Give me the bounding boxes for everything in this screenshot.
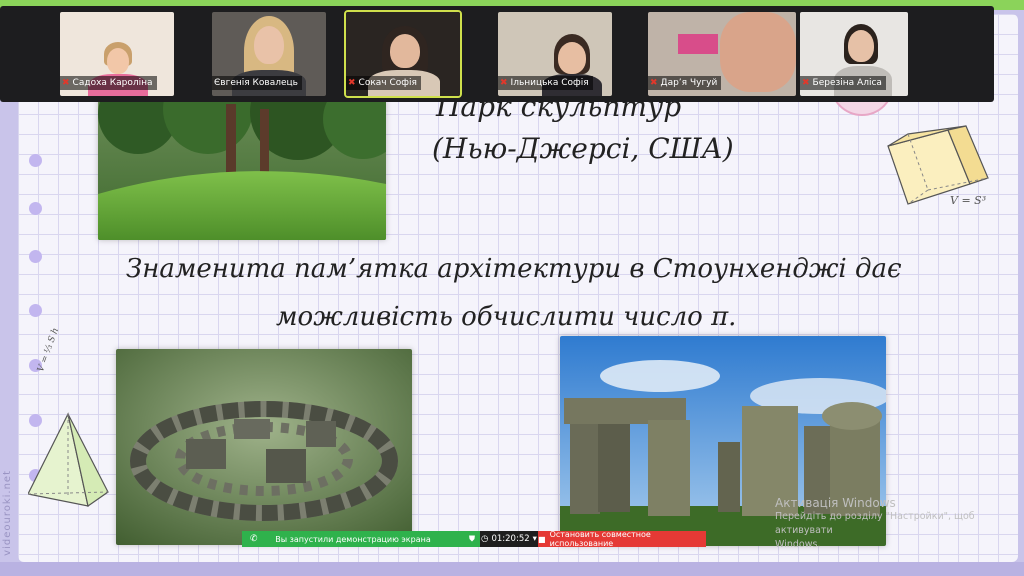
participant-name-label: ✖ Сокач Софія bbox=[346, 76, 421, 90]
slide-title-line2: (Нью-Джерсі, США) bbox=[432, 132, 734, 165]
cube-illustration bbox=[887, 125, 989, 205]
statement-line2: можливість обчислити число π. bbox=[276, 302, 737, 332]
participant-name-label: ✖ Садоха Кароліна bbox=[60, 76, 157, 90]
shield-icon[interactable]: ⛊ bbox=[464, 531, 480, 547]
participant-name-label: ✖ Березіна Аліса bbox=[800, 76, 886, 90]
share-status-text: Вы запустили демонстрацию экрана bbox=[275, 534, 431, 544]
activation-line2: Windows. bbox=[775, 539, 821, 550]
participant-name: Євгенія Ковалець bbox=[214, 78, 298, 88]
share-status: ✆ Вы запустили демонстрацию экрана bbox=[242, 531, 464, 547]
statement-line1: Знаменита пам’ятка архітектури в Стоунхе… bbox=[126, 254, 902, 284]
activation-title: Активація Windows bbox=[775, 496, 896, 510]
windows-activation-notice: Активація Windows Перейдіть до розділу "… bbox=[775, 496, 1018, 552]
participant-tile[interactable]: ✖ Дар’я Чугуй bbox=[648, 12, 796, 96]
participant-name: Сокач Софія bbox=[358, 78, 417, 88]
screen-share-bar: ✆ Вы запустили демонстрацию экрана ⛊ ◷ 0… bbox=[242, 530, 706, 548]
pyramid-formula: V = ⅓ S h bbox=[36, 326, 62, 374]
stop-square-icon: ■ bbox=[538, 534, 546, 544]
participant-name-label: ✖ Ільницька Софія bbox=[498, 76, 593, 90]
participant-tile[interactable]: ✖ Садоха Кароліна bbox=[60, 12, 174, 96]
participant-name: Ільницька Софія bbox=[510, 78, 589, 88]
mic-off-icon: ✖ bbox=[802, 78, 810, 88]
participant-tile[interactable]: Євгенія Ковалець bbox=[212, 12, 326, 96]
participant-tile-active-speaker[interactable]: ✖ Сокач Софія bbox=[344, 10, 462, 98]
participant-name-label: ✖ Дар’я Чугуй bbox=[648, 76, 722, 90]
stop-sharing-label: Остановить совместное использование bbox=[549, 530, 651, 548]
notebook-hole bbox=[29, 250, 42, 263]
notebook-hole bbox=[29, 202, 42, 215]
stop-sharing-button[interactable]: ■ Остановить совместное использование bbox=[538, 530, 706, 548]
activation-line1: Перейдіть до розділу "Настройки", щоб ак… bbox=[775, 511, 975, 536]
clock-icon: ◷ bbox=[481, 534, 489, 544]
cube-formula: V = S³ bbox=[950, 194, 987, 207]
pyramid-illustration bbox=[28, 412, 109, 508]
participant-name-label: Євгенія Ковалець bbox=[212, 76, 302, 90]
photo-frame-decoration bbox=[678, 34, 718, 54]
phone-icon: ✆ bbox=[250, 534, 258, 544]
mic-off-icon: ✖ bbox=[650, 78, 658, 88]
side-watermark: videouroki.net bbox=[2, 470, 13, 556]
chevron-down-icon: ▾ bbox=[532, 534, 537, 544]
bottom-band bbox=[0, 562, 1024, 576]
participant-name: Дар’я Чугуй bbox=[660, 78, 718, 88]
participants-strip[interactable]: ✖ Садоха Кароліна Євгенія Ковалець ✖ Сок… bbox=[0, 6, 994, 102]
notebook-hole bbox=[29, 304, 42, 317]
stonehenge-aerial-photo bbox=[116, 349, 412, 545]
participant-tile[interactable]: ✖ Березіна Аліса bbox=[800, 12, 908, 96]
mic-off-icon: ✖ bbox=[62, 78, 70, 88]
notebook-hole bbox=[29, 154, 42, 167]
participant-name: Березіна Аліса bbox=[812, 78, 882, 88]
mic-off-icon: ✖ bbox=[348, 78, 356, 88]
sculpture-park-photo bbox=[98, 84, 386, 240]
timer-text: 01:20:52 bbox=[491, 534, 530, 544]
share-timer[interactable]: ◷ 01:20:52 ▾ bbox=[480, 531, 538, 547]
mic-off-icon: ✖ bbox=[500, 78, 508, 88]
participant-tile[interactable]: ✖ Ільницька Софія bbox=[498, 12, 612, 96]
participant-name: Садоха Кароліна bbox=[72, 78, 153, 88]
